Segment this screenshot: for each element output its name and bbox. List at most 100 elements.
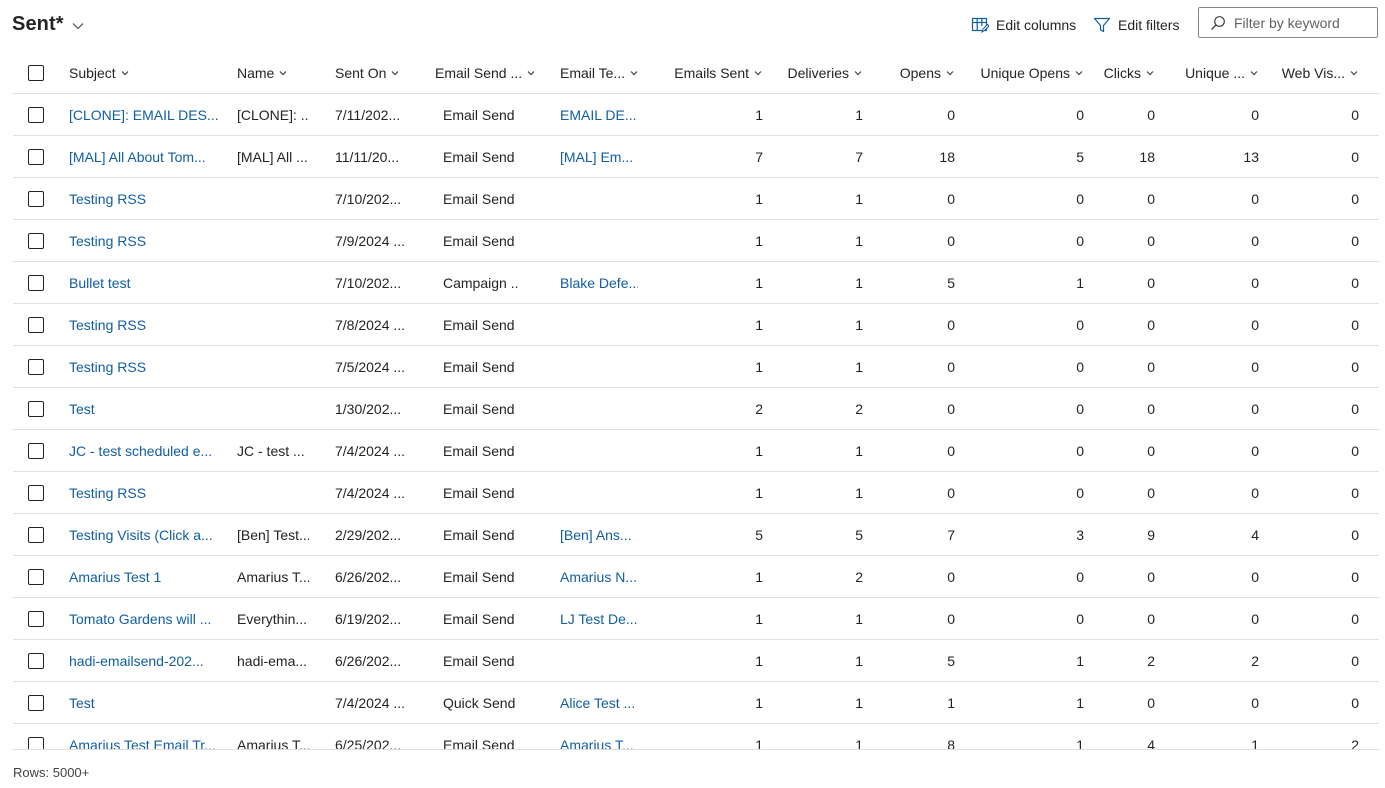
table-row[interactable]: Testing RSS 7/10/202... Email Send 1 1 0 0 0 0 0 [13, 178, 1379, 220]
table-row[interactable]: hadi-emailsend-202... hadi-ema... 6/26/202… [13, 640, 1379, 682]
cell-sent-on: 7/11/202... [335, 107, 401, 123]
column-header-unique-clicks[interactable]: Unique ... [1163, 52, 1259, 94]
cell-clicks: 0 [1147, 107, 1155, 123]
table-row[interactable]: Bullet test 7/10/202... Campaign ... Blake … [13, 262, 1379, 304]
table-row[interactable]: [CLONE]: EMAIL DES... [CLONE]: ... 7/11/20… [13, 94, 1379, 136]
column-header-label: Clicks [1103, 65, 1141, 81]
row-checkbox[interactable] [28, 569, 44, 585]
cell-subject[interactable]: Test [69, 682, 219, 724]
column-header-deliveries[interactable]: Deliveries [773, 52, 863, 94]
table-row[interactable]: Testing RSS 7/9/2024 ... Email Send 1 1 0 0 0 0 0 [13, 220, 1379, 262]
column-header-label: Unique Opens [980, 65, 1070, 81]
cell-email-send: Email Send [443, 527, 515, 543]
row-checkbox[interactable] [28, 485, 44, 501]
cell-emails-sent: 1 [755, 233, 763, 249]
table-row[interactable]: Amarius Test 1 Amarius T... 6/26/202... Ema… [13, 556, 1379, 598]
cell-subject[interactable]: hadi-emailsend-202... [69, 640, 219, 682]
table-row[interactable]: Testing Visits (Click a... [Ben] Test... 2… [13, 514, 1379, 556]
column-header-label: Sent On [335, 65, 387, 81]
row-checkbox[interactable] [28, 695, 44, 711]
cell-web-visits: 0 [1351, 149, 1359, 165]
cell-name: [Ben] Test... [237, 527, 309, 543]
table-row[interactable]: Testing RSS 7/5/2024 ... Email Send 1 1 0 0 0 0 0 [13, 346, 1379, 388]
table-row[interactable]: Amarius Test Email Tr... Amarius T... 6/25… [13, 724, 1379, 749]
cell-email-template[interactable]: LJ Test De... [560, 598, 638, 640]
cell-name: [CLONE]: ... [237, 107, 309, 123]
column-header-email-send[interactable]: Email Send ... [435, 52, 545, 94]
chevron-down-icon [1075, 71, 1083, 76]
cell-subject[interactable]: Bullet test [69, 262, 219, 304]
column-header-sent-on[interactable]: Sent On [335, 52, 407, 94]
cell-email-template[interactable]: Amarius N... [560, 556, 638, 598]
cell-subject[interactable]: Test [69, 388, 219, 430]
cell-deliveries: 1 [855, 317, 863, 333]
cell-email-template[interactable]: [MAL] Em... [560, 136, 638, 178]
cell-subject[interactable]: [CLONE]: EMAIL DES... [69, 94, 219, 136]
cell-unique-clicks: 2 [1251, 653, 1259, 669]
row-checkbox[interactable] [28, 401, 44, 417]
row-checkbox[interactable] [28, 233, 44, 249]
cell-opens: 0 [947, 611, 955, 627]
row-checkbox[interactable] [28, 149, 44, 165]
cell-email-template[interactable]: Alice Test ... [560, 682, 638, 724]
edit-columns-button[interactable]: Edit columns [971, 13, 1076, 37]
row-checkbox[interactable] [28, 317, 44, 333]
cell-subject[interactable]: JC - test scheduled e... [69, 430, 219, 472]
column-header-emails-sent[interactable]: Emails Sent [663, 52, 763, 94]
row-checkbox[interactable] [28, 527, 44, 543]
cell-subject[interactable]: Amarius Test Email Tr... [69, 724, 219, 749]
cell-subject[interactable]: Testing RSS [69, 304, 219, 346]
cell-subject[interactable]: Amarius Test 1 [69, 556, 219, 598]
cell-opens: 0 [947, 569, 955, 585]
column-header-web-visits[interactable]: Web Vis... [1269, 52, 1359, 94]
cell-email-send: Email Send [443, 107, 515, 123]
table-row[interactable]: Test 1/30/202... Email Send 2 2 0 0 0 0 0 [13, 388, 1379, 430]
cell-web-visits: 0 [1351, 191, 1359, 207]
row-checkbox[interactable] [28, 275, 44, 291]
table-row[interactable]: Tomato Gardens will ... Everythin... 6/19/… [13, 598, 1379, 640]
select-all-checkbox[interactable] [28, 65, 44, 81]
keyword-filter-input[interactable] [1234, 14, 1374, 31]
cell-email-template[interactable]: EMAIL DE... [560, 94, 638, 136]
cell-unique-opens: 1 [1076, 275, 1084, 291]
row-checkbox[interactable] [28, 611, 44, 627]
column-header-email-template[interactable]: Email Te... [560, 52, 645, 94]
row-checkbox[interactable] [28, 443, 44, 459]
cell-unique-clicks: 0 [1251, 317, 1259, 333]
cell-email-template[interactable]: Blake Defe... [560, 262, 638, 304]
cell-unique-opens: 0 [1076, 401, 1084, 417]
row-checkbox[interactable] [28, 737, 44, 749]
row-checkbox[interactable] [28, 359, 44, 375]
cell-subject[interactable]: Testing Visits (Click a... [69, 514, 219, 556]
cell-web-visits: 0 [1351, 401, 1359, 417]
cell-subject[interactable]: Tomato Gardens will ... [69, 598, 219, 640]
cell-subject[interactable]: Testing RSS [69, 178, 219, 220]
column-header-name[interactable]: Name [237, 52, 297, 94]
table-row[interactable]: JC - test scheduled e... JC - test ... 7/4… [13, 430, 1379, 472]
cell-subject[interactable]: Testing RSS [69, 220, 219, 262]
column-header-clicks[interactable]: Clicks [1093, 52, 1155, 94]
cell-email-template[interactable]: [Ben] Ans... [560, 514, 638, 556]
cell-subject[interactable]: [MAL] All About Tom... [69, 136, 219, 178]
view-selector[interactable]: Sent* [12, 13, 85, 36]
cell-subject[interactable]: Testing RSS [69, 472, 219, 514]
row-checkbox[interactable] [28, 653, 44, 669]
table-row[interactable]: Testing RSS 7/8/2024 ... Email Send 1 1 0 0 0 0 0 [13, 304, 1379, 346]
cell-web-visits: 0 [1351, 653, 1359, 669]
table-row[interactable]: Test 7/4/2024 ... Quick Send Alice Test ...… [13, 682, 1379, 724]
column-header-opens[interactable]: Opens [873, 52, 955, 94]
cell-subject[interactable]: Testing RSS [69, 346, 219, 388]
row-checkbox[interactable] [28, 107, 44, 123]
row-checkbox[interactable] [28, 191, 44, 207]
column-header-unique-opens[interactable]: Unique Opens [973, 52, 1084, 94]
cell-name: Everythin... [237, 611, 308, 627]
cell-email-template[interactable]: Amarius T... [560, 724, 638, 749]
table-row[interactable]: Testing RSS 7/4/2024 ... Email Send 1 1 0 0 0 0 0 [13, 472, 1379, 514]
column-header-label: Web Vis... [1281, 65, 1345, 81]
cell-opens: 0 [947, 485, 955, 501]
column-header-subject[interactable]: Subject [69, 52, 135, 94]
table-row[interactable]: [MAL] All About Tom... [MAL] All ... 11/11… [13, 136, 1379, 178]
cell-emails-sent: 1 [755, 359, 763, 375]
cell-name [237, 262, 309, 304]
edit-filters-button[interactable]: Edit filters [1093, 13, 1179, 37]
